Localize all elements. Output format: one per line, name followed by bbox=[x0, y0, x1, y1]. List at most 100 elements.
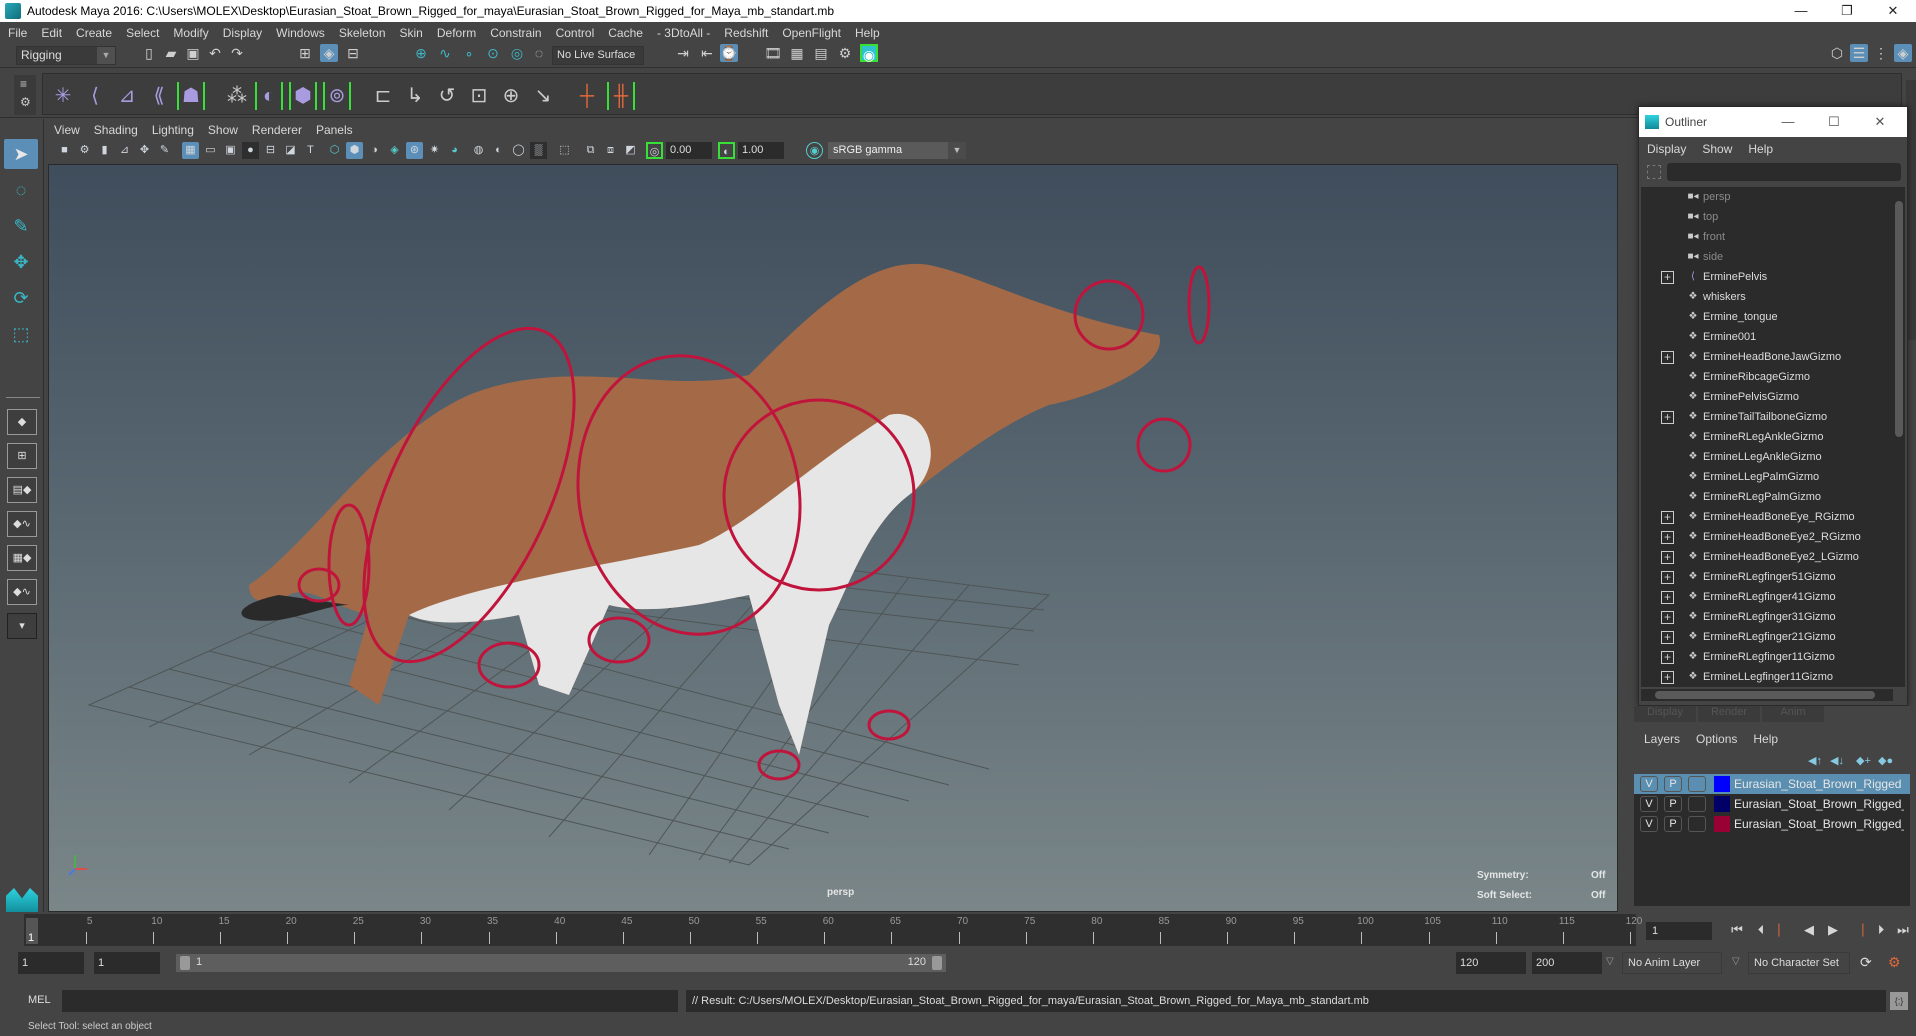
menu-control[interactable]: Control bbox=[556, 26, 595, 40]
menu-select[interactable]: Select bbox=[126, 26, 159, 40]
expand-icon[interactable]: + bbox=[1661, 591, 1674, 604]
aim-constraint-icon[interactable]: ⊕ bbox=[497, 82, 525, 110]
snap-grid-icon[interactable]: ⊕ bbox=[412, 44, 430, 62]
snap-point-icon[interactable]: ∘ bbox=[460, 44, 478, 62]
expand-icon[interactable]: + bbox=[1661, 271, 1674, 284]
pole-vector-icon[interactable]: ↘ bbox=[529, 82, 557, 110]
expand-icon[interactable]: + bbox=[1661, 351, 1674, 364]
open-scene-icon[interactable]: ▰ bbox=[162, 44, 180, 62]
persp-graph-layout-icon[interactable]: ◆∿ bbox=[7, 511, 37, 537]
current-frame-field[interactable]: 1 bbox=[1646, 922, 1712, 940]
layer-playback-toggle[interactable]: P bbox=[1664, 816, 1682, 832]
step-forward-frame-icon[interactable]: ⎹ bbox=[1848, 920, 1866, 940]
exposure-icon[interactable]: ◎ bbox=[646, 142, 663, 159]
anim-layer-dropdown[interactable]: No Anim Layer bbox=[1622, 952, 1722, 974]
panel-menu-shading[interactable]: Shading bbox=[94, 123, 138, 137]
wireframe-on-shaded-icon[interactable]: ◈ bbox=[386, 142, 403, 159]
resolution-gate-icon[interactable]: ▣ bbox=[222, 142, 239, 159]
outliner-item[interactable]: ❖ Ermine_tongue bbox=[1641, 307, 1893, 327]
layer-display-type-toggle[interactable] bbox=[1688, 776, 1706, 792]
snap-live-icon[interactable]: ◌ bbox=[530, 44, 548, 62]
3d-viewport[interactable]: persp Symmetry: Off Soft Select: Off bbox=[48, 164, 1618, 912]
select-component-icon[interactable]: ⊟ bbox=[344, 44, 362, 62]
close-button[interactable]: ✕ bbox=[1870, 0, 1916, 22]
undo-icon[interactable]: ↶ bbox=[206, 44, 224, 62]
outliner-maximize-button[interactable]: ☐ bbox=[1811, 107, 1857, 137]
render-frame-icon[interactable]: ▦ bbox=[788, 44, 806, 62]
grid-icon[interactable]: ▦ bbox=[182, 142, 199, 159]
persp-graph-hypergraph-layout-icon[interactable]: ◆∿ bbox=[7, 579, 37, 605]
mirror-joint-icon[interactable]: ⟪ bbox=[145, 82, 173, 110]
outliner-item[interactable]: ❖ ErmineLLegPalmGizmo bbox=[1641, 467, 1893, 487]
menu-deform[interactable]: Deform bbox=[437, 26, 476, 40]
character-set-dropdown[interactable]: No Character Set bbox=[1748, 952, 1850, 974]
chevron-down-icon[interactable]: ▽ bbox=[1606, 956, 1614, 967]
safe-title-icon[interactable]: T bbox=[302, 142, 319, 159]
layer-tab-anim[interactable]: Anim bbox=[1762, 706, 1824, 722]
gamma-field[interactable]: 1.00 bbox=[738, 142, 784, 159]
outliner-menu-show[interactable]: Show bbox=[1702, 142, 1732, 156]
outliner-item[interactable]: ❖ whiskers bbox=[1641, 287, 1893, 307]
outliner-item[interactable]: + ❖ ErmineRLegfinger51Gizmo bbox=[1641, 567, 1893, 587]
add-attribute-icon[interactable]: ┼ bbox=[573, 82, 601, 110]
smooth-bind-icon[interactable]: ◐ bbox=[255, 82, 283, 110]
menu-modify[interactable]: Modify bbox=[173, 26, 208, 40]
menu-help[interactable]: Help bbox=[855, 26, 880, 40]
panel-menu-renderer[interactable]: Renderer bbox=[252, 123, 302, 137]
image-plane-icon[interactable]: ⊿ bbox=[116, 142, 133, 159]
expand-icon[interactable]: + bbox=[1661, 511, 1674, 524]
outliner-search-input[interactable] bbox=[1667, 163, 1901, 181]
outliner-item[interactable]: ❖ ErmineLLegAnkleGizmo bbox=[1641, 447, 1893, 467]
outliner-item[interactable]: ❖ ErmineRibcageGizmo bbox=[1641, 367, 1893, 387]
scale-constraint-icon[interactable]: ⊡ bbox=[465, 82, 493, 110]
2d-pan-zoom-icon[interactable]: ✥ bbox=[136, 142, 153, 159]
modeling-toolkit-icon[interactable]: ⬡ bbox=[1828, 44, 1846, 62]
live-surface-field[interactable]: No Live Surface bbox=[552, 46, 644, 65]
menu-skin[interactable]: Skin bbox=[400, 26, 423, 40]
outliner-item[interactable]: ■◂ front bbox=[1641, 227, 1893, 247]
outliner-item[interactable]: + ❖ ErmineHeadBoneJawGizmo bbox=[1641, 347, 1893, 367]
menu-3dtoall[interactable]: - 3DtoAll - bbox=[657, 26, 710, 40]
range-end-handle[interactable] bbox=[932, 956, 942, 970]
layer-color-swatch[interactable] bbox=[1714, 816, 1730, 832]
orient-constraint-icon[interactable]: ↺ bbox=[433, 82, 461, 110]
outliner-item[interactable]: ❖ Ermine001 bbox=[1641, 327, 1893, 347]
layer-color-swatch[interactable] bbox=[1714, 776, 1730, 792]
layer-display-type-toggle[interactable] bbox=[1688, 816, 1706, 832]
expand-icon[interactable]: + bbox=[1661, 611, 1674, 624]
animation-start-field[interactable]: 1 bbox=[18, 952, 84, 974]
panel-menu-view[interactable]: View bbox=[54, 123, 80, 137]
layer-playback-toggle[interactable]: P bbox=[1664, 796, 1682, 812]
field-chart-icon[interactable]: ⊟ bbox=[262, 142, 279, 159]
grease-pencil-icon[interactable]: ✎ bbox=[156, 142, 173, 159]
outliner-minimize-button[interactable]: — bbox=[1765, 107, 1811, 137]
xray-icon[interactable]: ⧉ bbox=[582, 142, 599, 159]
layer-playback-toggle[interactable]: P bbox=[1664, 776, 1682, 792]
chevron-down-icon[interactable]: ▽ bbox=[1732, 956, 1740, 967]
outliner-close-button[interactable]: ✕ bbox=[1857, 107, 1903, 137]
range-start-handle[interactable] bbox=[180, 956, 190, 970]
scrollbar-thumb[interactable] bbox=[1895, 201, 1903, 437]
restore-button[interactable]: ❐ bbox=[1824, 0, 1870, 22]
select-object-icon[interactable]: ◈ bbox=[320, 44, 338, 62]
outliner-item[interactable]: + ❖ ErmineLLegfinger11Gizmo bbox=[1641, 667, 1893, 687]
construction-history-icon[interactable]: ⌚ bbox=[720, 44, 738, 62]
outliner-menu-help[interactable]: Help bbox=[1748, 142, 1773, 156]
gate-mask-icon[interactable]: ● bbox=[242, 142, 259, 159]
snap-view-icon[interactable]: ⊙ bbox=[484, 44, 502, 62]
xray-joints-icon[interactable]: ⧈ bbox=[602, 142, 619, 159]
connect-attribute-icon[interactable]: ╫ bbox=[607, 82, 635, 110]
joint-tool-icon[interactable]: ✳ bbox=[49, 82, 77, 110]
default-material-icon[interactable]: ◑ bbox=[366, 142, 383, 159]
parent-constraint-icon[interactable]: ⊏ bbox=[369, 82, 397, 110]
play-forward-icon[interactable]: ▶ bbox=[1824, 920, 1842, 940]
layer-display-type-toggle[interactable] bbox=[1688, 796, 1706, 812]
menu-edit[interactable]: Edit bbox=[41, 26, 62, 40]
new-scene-icon[interactable]: ▯ bbox=[140, 44, 158, 62]
motion-blur-icon[interactable]: ◐ bbox=[490, 142, 507, 159]
move-tool-icon[interactable]: ✥ bbox=[4, 247, 38, 277]
expand-icon[interactable]: + bbox=[1661, 631, 1674, 644]
filter-icon[interactable] bbox=[1647, 165, 1661, 179]
ipr-render-icon[interactable]: ▤ bbox=[812, 44, 830, 62]
outliner-item[interactable]: ❖ ErminePelvisGizmo bbox=[1641, 387, 1893, 407]
